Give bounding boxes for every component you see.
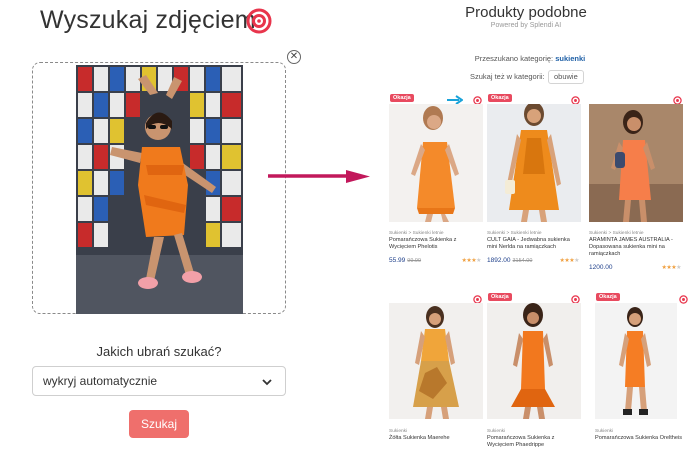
searched-category: Przeszukano kategorię: sukienki bbox=[430, 54, 630, 63]
product-image[interactable] bbox=[595, 303, 677, 419]
clothing-type-select[interactable]: wykryj automatycznie bbox=[32, 366, 286, 396]
product-image[interactable] bbox=[487, 104, 581, 222]
product-breadcrumb: Sukienki > Sukienki letnie bbox=[389, 231, 444, 236]
deal-badge: Okazja bbox=[488, 94, 512, 102]
product-name[interactable]: CULT GAIA - Jedwabna sukienka mini Nerld… bbox=[487, 237, 581, 251]
close-icon[interactable]: ✕ bbox=[287, 50, 301, 64]
product-name[interactable]: Pomarańczowa Sukienka z Wycięciem Phelot… bbox=[389, 237, 483, 251]
product-card[interactable]: Sukienki Żółta Sukienka Maerehe bbox=[389, 295, 483, 450]
uploaded-photo bbox=[76, 65, 243, 314]
select-value: wykryj automatycznie bbox=[43, 374, 158, 388]
product-breadcrumb: Sukienki bbox=[595, 429, 614, 434]
product-name[interactable]: Pomarańczowa Sukienka z Wycięciem Phaedr… bbox=[487, 435, 581, 449]
searched-label: Przeszukano kategorię: bbox=[474, 54, 554, 63]
deal-badge: Okazja bbox=[596, 293, 620, 301]
rating-stars: ★★★★ bbox=[559, 258, 579, 264]
product-name[interactable]: Żółta Sukienka Maerehe bbox=[389, 435, 483, 442]
chevron-down-icon bbox=[262, 379, 272, 386]
price-current: 1200.00 bbox=[589, 264, 613, 271]
product-price: 55.99 99.99 bbox=[389, 257, 421, 264]
product-name[interactable]: ARAMINTA JAMES AUSTRALIA - Dopasowana su… bbox=[589, 237, 683, 258]
product-image[interactable] bbox=[389, 303, 483, 419]
clothing-question: Jakich ubrań szukać? bbox=[96, 344, 222, 359]
product-name[interactable]: Pomarańczowa Sukienka Oreltheis bbox=[595, 435, 689, 442]
product-breadcrumb: Sukienki bbox=[487, 429, 506, 434]
uploaded-photo-image bbox=[76, 65, 243, 314]
product-card[interactable]: Sukienki > Sukienki letnie ARAMINTA JAME… bbox=[589, 96, 683, 274]
product-image[interactable] bbox=[589, 104, 683, 222]
product-card[interactable]: Okazja Sukienki > Sukienki letnie Pomara… bbox=[389, 94, 483, 274]
brand-logo-icon bbox=[679, 295, 688, 304]
product-card[interactable]: Okazja Sukienki Pomarańczowa Sukienka z … bbox=[487, 293, 581, 450]
arrow-right-icon bbox=[268, 170, 370, 183]
searched-category-value[interactable]: sukienki bbox=[555, 54, 585, 63]
results-title: Produkty podobne bbox=[465, 4, 587, 21]
product-card[interactable]: Okazja Sukienki Pomarańczowa Sukienka Or… bbox=[595, 293, 689, 450]
also-search-label: Szukaj też w kategorii: bbox=[470, 72, 545, 81]
price-current: 1892.00 bbox=[487, 257, 511, 264]
brand-logo-icon bbox=[246, 8, 272, 34]
product-image[interactable] bbox=[389, 104, 483, 222]
category-chip-obuwie[interactable]: obuwie bbox=[548, 70, 584, 84]
rating-stars: ★★★★ bbox=[661, 265, 681, 271]
product-price: 1892.00 3154.00 bbox=[487, 257, 532, 264]
product-price: 1200.00 bbox=[589, 264, 613, 271]
product-card[interactable]: Okazja Sukienki > Sukienki letnie CULT G… bbox=[487, 94, 581, 274]
powered-by: Powered by Splendi AI bbox=[490, 22, 562, 29]
price-old: 99.99 bbox=[407, 258, 422, 264]
product-breadcrumb: Sukienki > Sukienki letnie bbox=[589, 231, 644, 236]
product-breadcrumb: Sukienki bbox=[389, 429, 408, 434]
product-breadcrumb: Sukienki > Sukienki letnie bbox=[487, 231, 542, 236]
deal-badge: Okazja bbox=[390, 94, 414, 102]
product-image[interactable] bbox=[487, 303, 581, 419]
price-old: 3154.00 bbox=[512, 258, 533, 264]
price-current: 55.99 bbox=[389, 257, 406, 264]
rating-stars: ★★★★ bbox=[461, 258, 481, 264]
deal-badge: Okazja bbox=[488, 293, 512, 301]
page-title: Wyszukaj zdjęciem bbox=[40, 6, 256, 34]
search-button[interactable]: Szukaj bbox=[129, 410, 189, 438]
